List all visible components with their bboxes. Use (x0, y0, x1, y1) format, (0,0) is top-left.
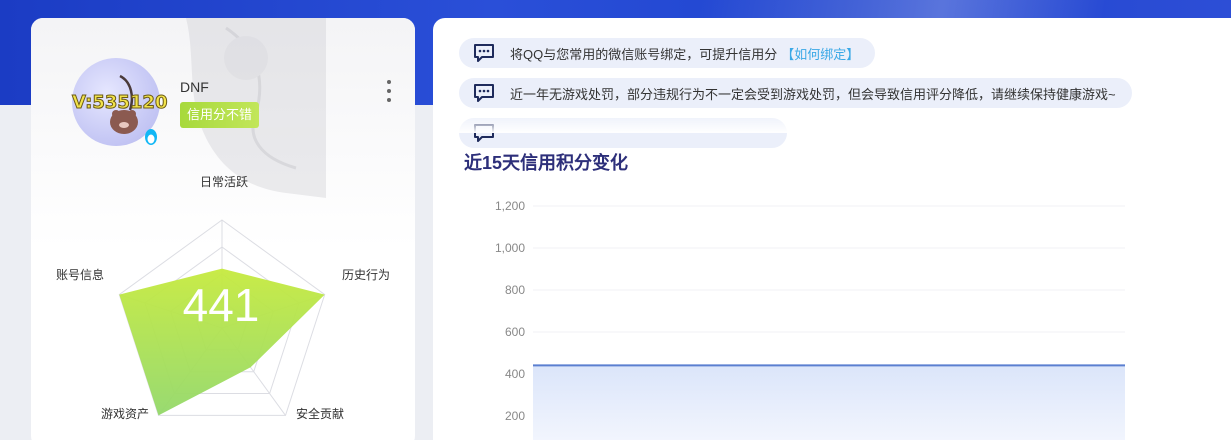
radar-label-history-behavior: 历史行为 (342, 268, 391, 282)
avatar-watermark: V:535120 (72, 92, 168, 114)
credit-level-badge: 信用分不错 (180, 102, 260, 128)
credit-detail-card: 将QQ与您常用的微信账号绑定，可提升信用分 【如何绑定】 近一年无游戏处罚，部分… (433, 18, 1231, 440)
notice-text: 近一年无游戏处罚，部分违规行为不一定会受到游戏处罚，但会导致信用评分降低，请继续… (510, 86, 1116, 102)
y-tick-label: 1,200 (495, 199, 525, 213)
credit-trend-chart: 1,200 1,000 800 600 400 200 (495, 199, 1125, 440)
more-vertical-icon[interactable] (382, 80, 396, 102)
qq-penguin-icon (145, 129, 157, 145)
profile-card: V:535120 DNF 信用分不错 日常活跃 历史行为 安全贡献 游戏资产 账… (31, 18, 415, 440)
user-name: DNF (180, 79, 209, 95)
notice-no-penalty: 近一年无游戏处罚，部分违规行为不一定会受到游戏处罚，但会导致信用评分降低，请继续… (459, 78, 1132, 108)
chart-y-axis: 1,200 1,000 800 600 400 200 (495, 199, 525, 423)
radar-label-security-contribution: 安全贡献 (296, 407, 345, 421)
y-tick-label: 600 (505, 325, 525, 339)
y-tick-label: 200 (505, 409, 525, 423)
chart-title: 近15天信用积分变化 (464, 153, 629, 173)
chart-area-fill (533, 365, 1125, 440)
credit-score: 441 (182, 279, 260, 331)
y-tick-label: 800 (505, 283, 525, 297)
y-tick-label: 400 (505, 367, 525, 381)
radar-label-account-info: 账号信息 (56, 268, 105, 282)
how-to-bind-link[interactable]: 【如何绑定】 (781, 44, 859, 63)
chat-bubble-icon (474, 44, 494, 62)
chat-bubble-icon (474, 84, 494, 102)
notice-bind-wechat: 将QQ与您常用的微信账号绑定，可提升信用分 【如何绑定】 (459, 38, 876, 68)
notice-text: 将QQ与您常用的微信账号绑定，可提升信用分 (510, 46, 778, 62)
notice-scroll-fade (433, 117, 1231, 133)
radar-label-daily-activity: 日常活跃 (200, 175, 249, 189)
y-tick-label: 1,000 (495, 241, 525, 255)
radar-label-game-assets: 游戏资产 (101, 407, 150, 421)
